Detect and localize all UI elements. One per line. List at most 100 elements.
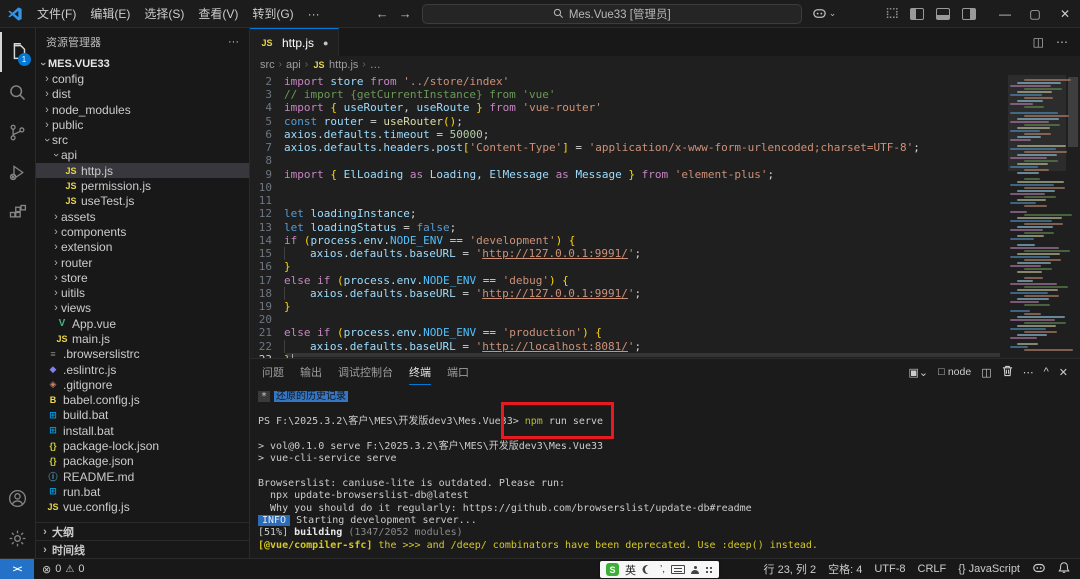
maximize-panel-icon[interactable]: ^ <box>1044 366 1049 378</box>
settings-gear-icon[interactable] <box>0 518 36 558</box>
tree-item-extension[interactable]: ›extension <box>36 240 249 255</box>
tree-root[interactable]: ›MES.VUE33 <box>36 56 249 71</box>
nav-back-icon[interactable]: ← <box>376 6 389 21</box>
remote-indicator[interactable]: >< <box>0 559 34 579</box>
tree-item-uitils[interactable]: ›uitils <box>36 285 249 300</box>
tree-item--eslintrc-js[interactable]: ◆.eslintrc.js <box>36 362 249 377</box>
terminal-instance[interactable]: □ node <box>938 366 971 378</box>
status-item-3[interactable]: CRLF <box>918 563 947 575</box>
close-panel-icon[interactable]: ✕ <box>1059 366 1068 379</box>
breadcrumb-item-2[interactable]: JShttp.js <box>312 59 358 71</box>
person-icon[interactable] <box>691 566 699 574</box>
close-button[interactable]: ✕ <box>1050 0 1080 28</box>
tree-item-components[interactable]: ›components <box>36 224 249 239</box>
minimap[interactable] <box>1008 73 1066 358</box>
ime-logo-icon[interactable]: S <box>606 563 619 576</box>
split-editor-icon[interactable]: ◫ <box>1033 35 1044 49</box>
menu-item-5[interactable]: ··· <box>301 7 327 21</box>
tree-item-package-json[interactable]: {}package.json <box>36 454 249 469</box>
run-debug-icon[interactable] <box>0 152 36 192</box>
command-center-search[interactable]: Mes.Vue33 [管理员] <box>422 4 802 24</box>
tree-item-run-bat[interactable]: ⊞run.bat <box>36 484 249 499</box>
keyboard-icon[interactable] <box>671 565 685 574</box>
panel-tab-0[interactable]: 问题 <box>262 359 284 385</box>
editor-more-icon[interactable]: ⋯ <box>1056 35 1068 49</box>
copilot-menu[interactable]: ⌄ <box>812 6 837 21</box>
status-item-2[interactable]: UTF-8 <box>874 563 905 575</box>
minimize-button[interactable]: — <box>990 0 1020 28</box>
tree-item-babel-config-js[interactable]: Bbabel.config.js <box>36 393 249 408</box>
warnings-icon[interactable]: ⚠ <box>65 564 74 575</box>
tree-item-store[interactable]: ›store <box>36 270 249 285</box>
breadcrumb-item-1[interactable]: api <box>286 59 301 71</box>
panel-tab-1[interactable]: 输出 <box>300 359 322 385</box>
menu-item-4[interactable]: 转到(G) <box>245 7 300 21</box>
search-view-icon[interactable] <box>0 72 36 112</box>
tree-item-permission-js[interactable]: JSpermission.js <box>36 178 249 193</box>
timeline-section[interactable]: › 时间线 <box>36 540 249 558</box>
tree-item--browserslistrc[interactable]: ≡.browserslistrc <box>36 347 249 362</box>
menu-item-3[interactable]: 查看(V) <box>191 7 245 21</box>
status-item-0[interactable]: 行 23, 列 2 <box>764 561 817 577</box>
tree-item-views[interactable]: ›views <box>36 301 249 316</box>
menu-item-1[interactable]: 编辑(E) <box>83 7 137 21</box>
horizontal-scrollbar[interactable] <box>286 353 1000 357</box>
tree-item-package-lock-json[interactable]: {}package-lock.json <box>36 438 249 453</box>
toggle-panel-icon[interactable] <box>936 8 950 20</box>
status-item-4[interactable]: {} JavaScript <box>958 563 1020 575</box>
tree-item-usetest-js[interactable]: JSuseTest.js <box>36 194 249 209</box>
explorer-icon[interactable]: 1 <box>0 32 36 72</box>
notifications-bell-icon[interactable] <box>1058 561 1070 577</box>
tree-item-router[interactable]: ›router <box>36 255 249 270</box>
tree-item-src[interactable]: ›src <box>36 132 249 147</box>
extensions-icon[interactable] <box>0 192 36 232</box>
tree-item-main-js[interactable]: JSmain.js <box>36 331 249 346</box>
warnings-count[interactable]: 0 <box>78 563 84 575</box>
kill-terminal-icon[interactable] <box>1002 365 1013 380</box>
ime-punct[interactable]: ’, <box>660 564 665 575</box>
tree-item-assets[interactable]: ›assets <box>36 209 249 224</box>
tree-item--gitignore[interactable]: ◈.gitignore <box>36 377 249 392</box>
ime-toolbar[interactable]: S 英 ’, <box>600 561 719 578</box>
code-editor[interactable]: 2import store from '../store/index'3// i… <box>250 73 1080 358</box>
tree-item-public[interactable]: ›public <box>36 117 249 132</box>
maximize-button[interactable]: ▢ <box>1020 0 1050 28</box>
account-icon[interactable] <box>0 478 36 518</box>
status-item-1[interactable]: 空格: 4 <box>828 561 862 577</box>
tree-item-readme-md[interactable]: ⓘREADME.md <box>36 469 249 484</box>
panel-tab-3[interactable]: 终端 <box>409 359 431 385</box>
toggle-primary-sidebar-icon[interactable] <box>910 8 924 20</box>
vertical-scrollbar[interactable] <box>1066 73 1080 358</box>
terminal[interactable]: *还原的历史记录PS F:\2025.3.2\客户\MES\开发版dev3\Me… <box>250 385 1080 558</box>
panel-tab-2[interactable]: 调试控制台 <box>338 359 393 385</box>
tree-item-app-vue[interactable]: VApp.vue <box>36 316 249 331</box>
panel-more-icon[interactable]: ⋯ <box>1023 366 1034 379</box>
tab-http-js[interactable]: JS http.js ● <box>250 28 339 56</box>
errors-count[interactable]: 0 <box>55 563 61 575</box>
breadcrumb-item-3[interactable]: … <box>370 59 381 71</box>
split-terminal-icon[interactable]: ◫ <box>981 366 991 379</box>
tree-item-vue-config-js[interactable]: JSvue.config.js <box>36 500 249 515</box>
more-tools-icon[interactable] <box>705 566 713 574</box>
tree-item-dist[interactable]: ›dist <box>36 87 249 102</box>
ime-language[interactable]: 英 <box>625 562 636 578</box>
tree-item-api[interactable]: ›api <box>36 148 249 163</box>
menu-item-0[interactable]: 文件(F) <box>30 7 83 21</box>
tree-item-install-bat[interactable]: ⊞install.bat <box>36 423 249 438</box>
tree-item-http-js[interactable]: JShttp.js <box>36 163 249 178</box>
copilot-status-icon[interactable] <box>1032 561 1046 578</box>
tree-item-config[interactable]: ›config <box>36 71 249 86</box>
customize-layout-icon[interactable]: ⣏⣹ <box>885 8 898 19</box>
nav-forward-icon[interactable]: → <box>399 6 412 21</box>
moon-icon[interactable] <box>645 565 654 574</box>
tree-item-build-bat[interactable]: ⊞build.bat <box>36 408 249 423</box>
sidebar-more-icon[interactable]: ··· <box>228 36 239 48</box>
toggle-secondary-sidebar-icon[interactable] <box>962 8 976 20</box>
outline-section[interactable]: › 大纲 <box>36 522 249 540</box>
errors-icon[interactable]: ⊗ <box>42 563 51 576</box>
panel-tab-4[interactable]: 端口 <box>447 359 469 385</box>
new-terminal-icon[interactable]: ▣⌄ <box>909 366 929 379</box>
tree-item-node-modules[interactable]: ›node_modules <box>36 102 249 117</box>
menu-item-2[interactable]: 选择(S) <box>137 7 191 21</box>
breadcrumb-item-0[interactable]: src <box>260 59 275 71</box>
